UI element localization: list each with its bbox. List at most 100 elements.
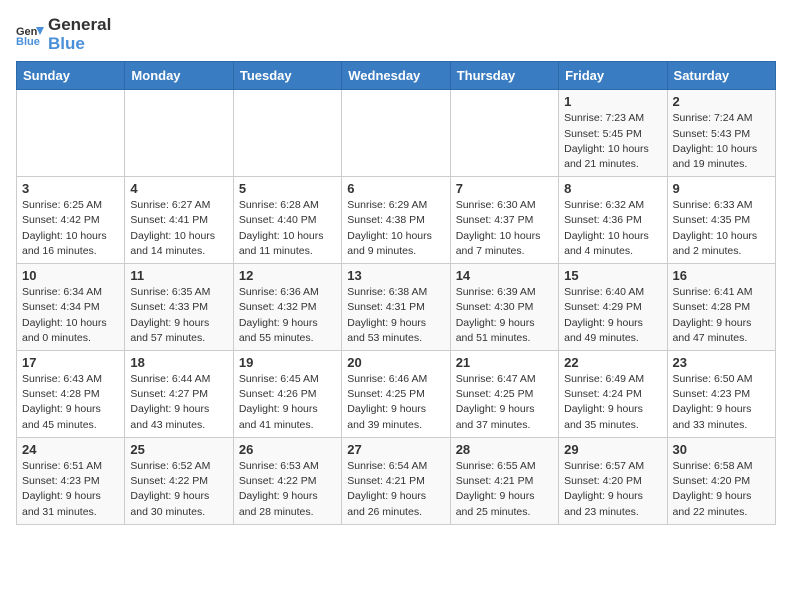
day-number: 8 <box>564 181 661 196</box>
calendar-cell: 5Sunrise: 6:28 AM Sunset: 4:40 PM Daylig… <box>233 177 341 264</box>
calendar-cell: 21 Sunrise: 6:47 AM Sunset: 4:25 PM Dayli… <box>450 351 558 438</box>
calendar-cell: 8 Sunrise: 6:32 AM Sunset: 4:36 PM Daylig… <box>559 177 667 264</box>
calendar-cell: 17Sunrise: 6:43 AM Sunset: 4:28 PM Dayli… <box>17 351 125 438</box>
calendar-cell: 24Sunrise: 6:51 AM Sunset: 4:23 PM Dayli… <box>17 437 125 524</box>
calendar-cell: 23 Sunrise: 6:50 AM Sunset: 4:23 PM Dayli… <box>667 351 775 438</box>
day-info: Sunrise: 6:36 AM Sunset: 4:32 PM Dayligh… <box>239 285 336 346</box>
day-info: Sunrise: 6:44 AM Sunset: 4:27 PM Dayligh… <box>130 372 227 433</box>
day-info: Sunrise: 6:58 AM Sunset: 4:20 PM Dayligh… <box>673 459 770 520</box>
day-info: Sunrise: 6:46 AM Sunset: 4:25 PM Dayligh… <box>347 372 444 433</box>
calendar-header-row: SundayMondayTuesdayWednesdayThursdayFrid… <box>17 62 776 90</box>
calendar-cell: 25 Sunrise: 6:52 AM Sunset: 4:22 PM Dayli… <box>125 437 233 524</box>
day-info: Sunrise: 6:38 AM Sunset: 4:31 PM Dayligh… <box>347 285 444 346</box>
day-number: 20 <box>347 355 444 370</box>
logo-icon: Gen Blue <box>16 21 44 49</box>
calendar-cell <box>125 90 233 177</box>
calendar-cell: 18 Sunrise: 6:44 AM Sunset: 4:27 PM Dayli… <box>125 351 233 438</box>
calendar-cell: 30 Sunrise: 6:58 AM Sunset: 4:20 PM Dayli… <box>667 437 775 524</box>
weekday-header-friday: Friday <box>559 62 667 90</box>
day-number: 2 <box>673 94 770 109</box>
day-info: Sunrise: 6:40 AM Sunset: 4:29 PM Dayligh… <box>564 285 661 346</box>
day-number: 6 <box>347 181 444 196</box>
day-info: Sunrise: 6:33 AM Sunset: 4:35 PM Dayligh… <box>673 198 770 259</box>
calendar-cell <box>450 90 558 177</box>
calendar-cell <box>17 90 125 177</box>
day-number: 16 <box>673 268 770 283</box>
weekday-header-saturday: Saturday <box>667 62 775 90</box>
day-info: Sunrise: 6:54 AM Sunset: 4:21 PM Dayligh… <box>347 459 444 520</box>
logo-text-line1: General <box>48 16 111 35</box>
calendar-cell: 20 Sunrise: 6:46 AM Sunset: 4:25 PM Dayli… <box>342 351 450 438</box>
calendar-cell: 12 Sunrise: 6:36 AM Sunset: 4:32 PM Dayli… <box>233 264 341 351</box>
day-number: 25 <box>130 442 227 457</box>
day-number: 4 <box>130 181 227 196</box>
day-number: 11 <box>130 268 227 283</box>
calendar-cell: 16 Sunrise: 6:41 AM Sunset: 4:28 PM Dayli… <box>667 264 775 351</box>
calendar-week-row: 17Sunrise: 6:43 AM Sunset: 4:28 PM Dayli… <box>17 351 776 438</box>
day-number: 13 <box>347 268 444 283</box>
day-info: Sunrise: 6:29 AM Sunset: 4:38 PM Dayligh… <box>347 198 444 259</box>
logo-text-line2: Blue <box>48 35 111 54</box>
day-number: 23 <box>673 355 770 370</box>
day-number: 28 <box>456 442 553 457</box>
weekday-header-wednesday: Wednesday <box>342 62 450 90</box>
calendar-cell: 15 Sunrise: 6:40 AM Sunset: 4:29 PM Dayli… <box>559 264 667 351</box>
day-info: Sunrise: 6:27 AM Sunset: 4:41 PM Dayligh… <box>130 198 227 259</box>
calendar-cell: 28Sunrise: 6:55 AM Sunset: 4:21 PM Dayli… <box>450 437 558 524</box>
calendar-cell: 2 Sunrise: 7:24 AM Sunset: 5:43 PM Daylig… <box>667 90 775 177</box>
day-number: 7 <box>456 181 553 196</box>
day-number: 26 <box>239 442 336 457</box>
day-info: Sunrise: 6:39 AM Sunset: 4:30 PM Dayligh… <box>456 285 553 346</box>
calendar-cell: 11 Sunrise: 6:35 AM Sunset: 4:33 PM Dayli… <box>125 264 233 351</box>
calendar-cell: 3Sunrise: 6:25 AM Sunset: 4:42 PM Daylig… <box>17 177 125 264</box>
day-info: Sunrise: 6:45 AM Sunset: 4:26 PM Dayligh… <box>239 372 336 433</box>
day-info: Sunrise: 6:35 AM Sunset: 4:33 PM Dayligh… <box>130 285 227 346</box>
calendar-week-row: 3Sunrise: 6:25 AM Sunset: 4:42 PM Daylig… <box>17 177 776 264</box>
calendar-cell: 9 Sunrise: 6:33 AM Sunset: 4:35 PM Daylig… <box>667 177 775 264</box>
day-info: Sunrise: 6:47 AM Sunset: 4:25 PM Dayligh… <box>456 372 553 433</box>
day-number: 3 <box>22 181 119 196</box>
day-number: 21 <box>456 355 553 370</box>
day-number: 15 <box>564 268 661 283</box>
day-info: Sunrise: 6:28 AM Sunset: 4:40 PM Dayligh… <box>239 198 336 259</box>
day-info: Sunrise: 6:32 AM Sunset: 4:36 PM Dayligh… <box>564 198 661 259</box>
calendar-cell: 13 Sunrise: 6:38 AM Sunset: 4:31 PM Dayli… <box>342 264 450 351</box>
svg-text:Blue: Blue <box>16 36 40 48</box>
page-header: Gen Blue General Blue <box>16 16 776 53</box>
day-number: 18 <box>130 355 227 370</box>
day-number: 30 <box>673 442 770 457</box>
calendar-cell: 26 Sunrise: 6:53 AM Sunset: 4:22 PM Dayli… <box>233 437 341 524</box>
day-number: 19 <box>239 355 336 370</box>
weekday-header-tuesday: Tuesday <box>233 62 341 90</box>
day-info: Sunrise: 7:24 AM Sunset: 5:43 PM Dayligh… <box>673 111 770 172</box>
day-number: 9 <box>673 181 770 196</box>
calendar-cell: 7 Sunrise: 6:30 AM Sunset: 4:37 PM Daylig… <box>450 177 558 264</box>
calendar-cell: 22Sunrise: 6:49 AM Sunset: 4:24 PM Dayli… <box>559 351 667 438</box>
day-info: Sunrise: 6:53 AM Sunset: 4:22 PM Dayligh… <box>239 459 336 520</box>
day-number: 17 <box>22 355 119 370</box>
day-info: Sunrise: 7:23 AM Sunset: 5:45 PM Dayligh… <box>564 111 661 172</box>
calendar-cell <box>342 90 450 177</box>
calendar-cell <box>233 90 341 177</box>
day-number: 1 <box>564 94 661 109</box>
day-number: 12 <box>239 268 336 283</box>
calendar-table: SundayMondayTuesdayWednesdayThursdayFrid… <box>16 61 776 524</box>
calendar-cell: 29Sunrise: 6:57 AM Sunset: 4:20 PM Dayli… <box>559 437 667 524</box>
calendar-week-row: 10 Sunrise: 6:34 AM Sunset: 4:34 PM Dayli… <box>17 264 776 351</box>
day-number: 10 <box>22 268 119 283</box>
weekday-header-thursday: Thursday <box>450 62 558 90</box>
day-info: Sunrise: 6:57 AM Sunset: 4:20 PM Dayligh… <box>564 459 661 520</box>
day-info: Sunrise: 6:50 AM Sunset: 4:23 PM Dayligh… <box>673 372 770 433</box>
day-info: Sunrise: 6:30 AM Sunset: 4:37 PM Dayligh… <box>456 198 553 259</box>
day-info: Sunrise: 6:34 AM Sunset: 4:34 PM Dayligh… <box>22 285 119 346</box>
calendar-cell: 4 Sunrise: 6:27 AM Sunset: 4:41 PM Daylig… <box>125 177 233 264</box>
day-number: 22 <box>564 355 661 370</box>
logo: Gen Blue General Blue <box>16 16 111 53</box>
calendar-cell: 19 Sunrise: 6:45 AM Sunset: 4:26 PM Dayli… <box>233 351 341 438</box>
calendar-cell: 14 Sunrise: 6:39 AM Sunset: 4:30 PM Dayli… <box>450 264 558 351</box>
day-info: Sunrise: 6:41 AM Sunset: 4:28 PM Dayligh… <box>673 285 770 346</box>
day-info: Sunrise: 6:52 AM Sunset: 4:22 PM Dayligh… <box>130 459 227 520</box>
calendar-cell: 27Sunrise: 6:54 AM Sunset: 4:21 PM Dayli… <box>342 437 450 524</box>
calendar-week-row: 24Sunrise: 6:51 AM Sunset: 4:23 PM Dayli… <box>17 437 776 524</box>
day-number: 14 <box>456 268 553 283</box>
